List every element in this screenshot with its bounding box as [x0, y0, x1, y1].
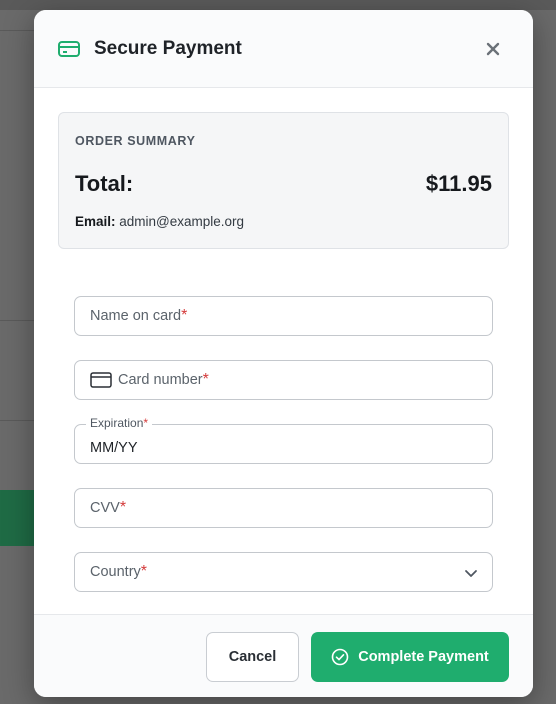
modal-title: Secure Payment: [94, 37, 242, 59]
close-icon[interactable]: [486, 42, 500, 56]
close-button[interactable]: [483, 39, 503, 59]
cvv-placeholder: CVV: [90, 500, 120, 516]
payment-modal: Secure Payment ORDER SUMMARY Total: $11.…: [34, 10, 533, 697]
email-value: admin@example.org: [119, 214, 245, 229]
chevron-down-icon: [465, 570, 477, 577]
expiration-value: MM/YY: [90, 440, 138, 456]
cancel-button[interactable]: Cancel: [206, 632, 299, 682]
modal-footer: Cancel Complete Payment: [34, 614, 533, 697]
country-select[interactable]: Country *: [74, 552, 493, 592]
expiration-label-text: Expiration: [90, 416, 144, 430]
modal-header: Secure Payment: [34, 10, 533, 88]
country-placeholder: Country: [90, 564, 141, 580]
credit-card-icon: [58, 40, 80, 58]
total-amount: $11.95: [425, 171, 492, 196]
expiration-field[interactable]: Expiration* MM/YY: [74, 416, 493, 464]
expiration-label: Expiration*: [86, 416, 153, 430]
background-bar: [0, 0, 556, 10]
name-on-card-field[interactable]: Name on card *: [74, 296, 493, 336]
credit-card-icon: [90, 372, 112, 388]
complete-payment-label: Complete Payment: [358, 649, 489, 665]
name-on-card-placeholder: Name on card: [90, 308, 182, 324]
required-marker: *: [143, 416, 149, 430]
email-label: Email:: [75, 214, 116, 229]
required-marker: *: [140, 563, 148, 580]
order-summary: ORDER SUMMARY Total: $11.95 Email: admin…: [58, 112, 509, 249]
modal-body[interactable]: ORDER SUMMARY Total: $11.95 Email: admin…: [34, 89, 533, 614]
check-circle-icon: [331, 648, 349, 666]
required-marker: *: [202, 371, 209, 388]
card-number-placeholder: Card number: [118, 372, 203, 388]
email-line: Email: admin@example.org: [75, 214, 244, 229]
total-label: Total:: [75, 171, 134, 196]
summary-heading: ORDER SUMMARY: [75, 134, 196, 148]
required-marker: *: [181, 307, 188, 324]
required-marker: *: [119, 499, 127, 516]
complete-payment-button[interactable]: Complete Payment: [311, 632, 509, 682]
cvv-field[interactable]: CVV *: [74, 488, 493, 528]
card-number-field[interactable]: Card number *: [74, 360, 493, 400]
